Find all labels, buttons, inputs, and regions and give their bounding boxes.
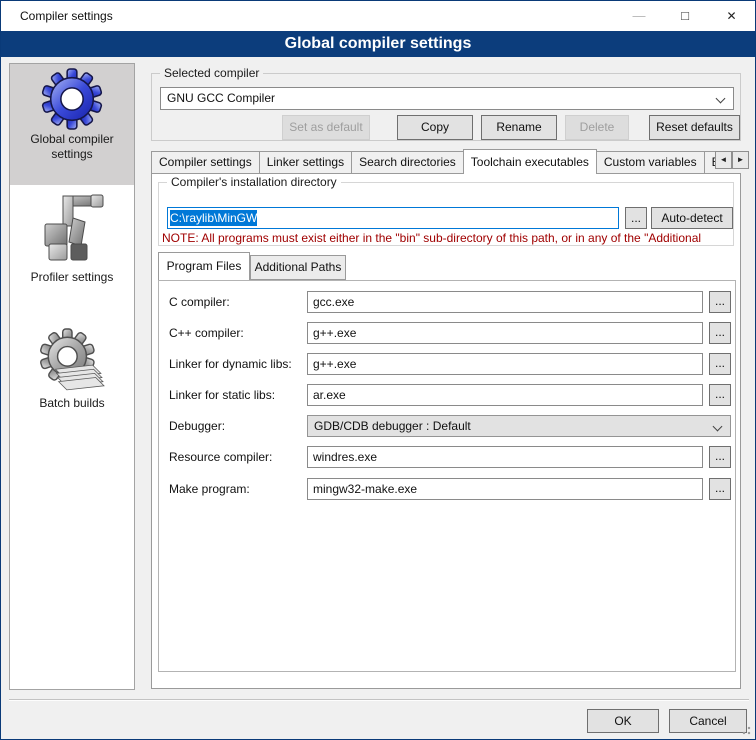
installation-directory-group-label: Compiler's installation directory bbox=[167, 175, 341, 189]
window-title: Compiler settings bbox=[20, 1, 113, 31]
compiler-select-value: GNU GCC Compiler bbox=[167, 91, 275, 105]
debugger-label: Debugger: bbox=[169, 415, 305, 437]
resource-compiler-label: Resource compiler: bbox=[169, 446, 305, 468]
dynamic-linker-input[interactable] bbox=[307, 353, 703, 375]
static-linker-browse-button[interactable]: ... bbox=[709, 384, 731, 406]
delete-button[interactable]: Delete bbox=[565, 115, 629, 140]
sidebar-item-global-compiler-settings[interactable]: Global compiler settings bbox=[10, 64, 134, 185]
set-as-default-button[interactable]: Set as default bbox=[282, 115, 370, 140]
gray-gear-stack-icon bbox=[39, 328, 105, 394]
cpp-compiler-input[interactable] bbox=[307, 322, 703, 344]
make-program-input[interactable] bbox=[307, 478, 703, 500]
debugger-select-value: GDB/CDB debugger : Default bbox=[314, 419, 471, 433]
c-compiler-input[interactable] bbox=[307, 291, 703, 313]
browse-directory-button[interactable]: ... bbox=[625, 207, 647, 229]
resource-compiler-row: Resource compiler: ... bbox=[159, 446, 735, 468]
installation-directory-input[interactable]: C:\raylib\MinGW bbox=[167, 207, 619, 229]
title-bar[interactable]: Compiler settings — □ ✕ bbox=[1, 1, 755, 31]
close-icon[interactable]: ✕ bbox=[708, 1, 755, 31]
tab-search-directories[interactable]: Search directories bbox=[351, 151, 464, 174]
static-linker-row: Linker for static libs: ... bbox=[159, 384, 735, 406]
rename-button[interactable]: Rename bbox=[481, 115, 557, 140]
make-program-label: Make program: bbox=[169, 478, 305, 500]
debugger-row: Debugger: GDB/CDB debugger : Default bbox=[159, 415, 735, 437]
tab-scroll-right-icon[interactable]: ► bbox=[732, 151, 749, 169]
blue-gear-icon bbox=[41, 68, 103, 130]
tab-custom-variables[interactable]: Custom variables bbox=[596, 151, 705, 174]
selected-compiler-group-label: Selected compiler bbox=[160, 66, 263, 80]
subtab-additional-paths[interactable]: Additional Paths bbox=[250, 255, 346, 280]
tab-toolchain-executables[interactable]: Toolchain executables bbox=[463, 149, 597, 174]
cpp-compiler-row: C++ compiler: ... bbox=[159, 322, 735, 344]
bin-subdirectory-note: NOTE: All programs must exist either in … bbox=[162, 231, 734, 245]
c-compiler-label: C compiler: bbox=[169, 291, 305, 313]
maximize-icon[interactable]: □ bbox=[662, 1, 708, 31]
chevron-down-icon bbox=[713, 422, 723, 432]
auto-detect-button[interactable]: Auto-detect bbox=[651, 207, 733, 229]
sidebar-item-profiler-settings[interactable]: Profiler settings bbox=[10, 190, 134, 302]
ok-button[interactable]: OK bbox=[587, 709, 659, 733]
dynamic-linker-row: Linker for dynamic libs: ... bbox=[159, 353, 735, 375]
sidebar-item-batch-builds[interactable]: Batch builds bbox=[10, 324, 134, 434]
selected-compiler-group: Selected compiler GNU GCC Compiler Set a… bbox=[151, 73, 741, 141]
tab-compiler-settings[interactable]: Compiler settings bbox=[151, 151, 260, 174]
compiler-select[interactable]: GNU GCC Compiler bbox=[160, 87, 734, 110]
c-compiler-row: C compiler: ... bbox=[159, 291, 735, 313]
installation-directory-value: C:\raylib\MinGW bbox=[170, 210, 257, 226]
resource-compiler-browse-button[interactable]: ... bbox=[709, 446, 731, 468]
settings-tab-bar: Compiler settings Linker settings Search… bbox=[151, 149, 715, 174]
sidebar-item-label: Profiler settings bbox=[10, 270, 134, 285]
c-compiler-browse-button[interactable]: ... bbox=[709, 291, 731, 313]
program-files-page: C compiler: ... C++ compiler: ... Linker… bbox=[158, 280, 736, 672]
cpp-compiler-browse-button[interactable]: ... bbox=[709, 322, 731, 344]
toolchain-executables-panel: Compiler's installation directory C:\ray… bbox=[151, 173, 741, 689]
tab-linker-settings[interactable]: Linker settings bbox=[259, 151, 352, 174]
compiler-settings-dialog: Compiler settings — □ ✕ Global compiler … bbox=[0, 0, 756, 740]
static-linker-input[interactable] bbox=[307, 384, 703, 406]
sidebar-item-label: Batch builds bbox=[10, 396, 134, 411]
sidebar-item-label: Global compiler settings bbox=[10, 132, 134, 162]
minimize-icon[interactable]: — bbox=[616, 1, 662, 31]
tab-build-options[interactable]: Build options bbox=[704, 151, 715, 174]
dynamic-linker-label: Linker for dynamic libs: bbox=[169, 353, 305, 375]
profiler-caliper-icon bbox=[37, 194, 107, 268]
make-program-browse-button[interactable]: ... bbox=[709, 478, 731, 500]
footer-divider bbox=[9, 699, 749, 701]
cpp-compiler-label: C++ compiler: bbox=[169, 322, 305, 344]
chevron-down-icon bbox=[716, 94, 726, 104]
static-linker-label: Linker for static libs: bbox=[169, 384, 305, 406]
resize-grip[interactable] bbox=[741, 725, 751, 735]
make-program-row: Make program: ... bbox=[159, 478, 735, 500]
copy-button[interactable]: Copy bbox=[397, 115, 473, 140]
settings-category-list: Global compiler settings bbox=[9, 63, 135, 690]
dynamic-linker-browse-button[interactable]: ... bbox=[709, 353, 731, 375]
tab-scroll-left-icon[interactable]: ◄ bbox=[715, 151, 732, 169]
debugger-select[interactable]: GDB/CDB debugger : Default bbox=[307, 415, 731, 437]
cancel-button[interactable]: Cancel bbox=[669, 709, 747, 733]
page-title: Global compiler settings bbox=[1, 31, 755, 57]
reset-defaults-button[interactable]: Reset defaults bbox=[649, 115, 740, 140]
resource-compiler-input[interactable] bbox=[307, 446, 703, 468]
subtab-program-files[interactable]: Program Files bbox=[158, 252, 250, 280]
